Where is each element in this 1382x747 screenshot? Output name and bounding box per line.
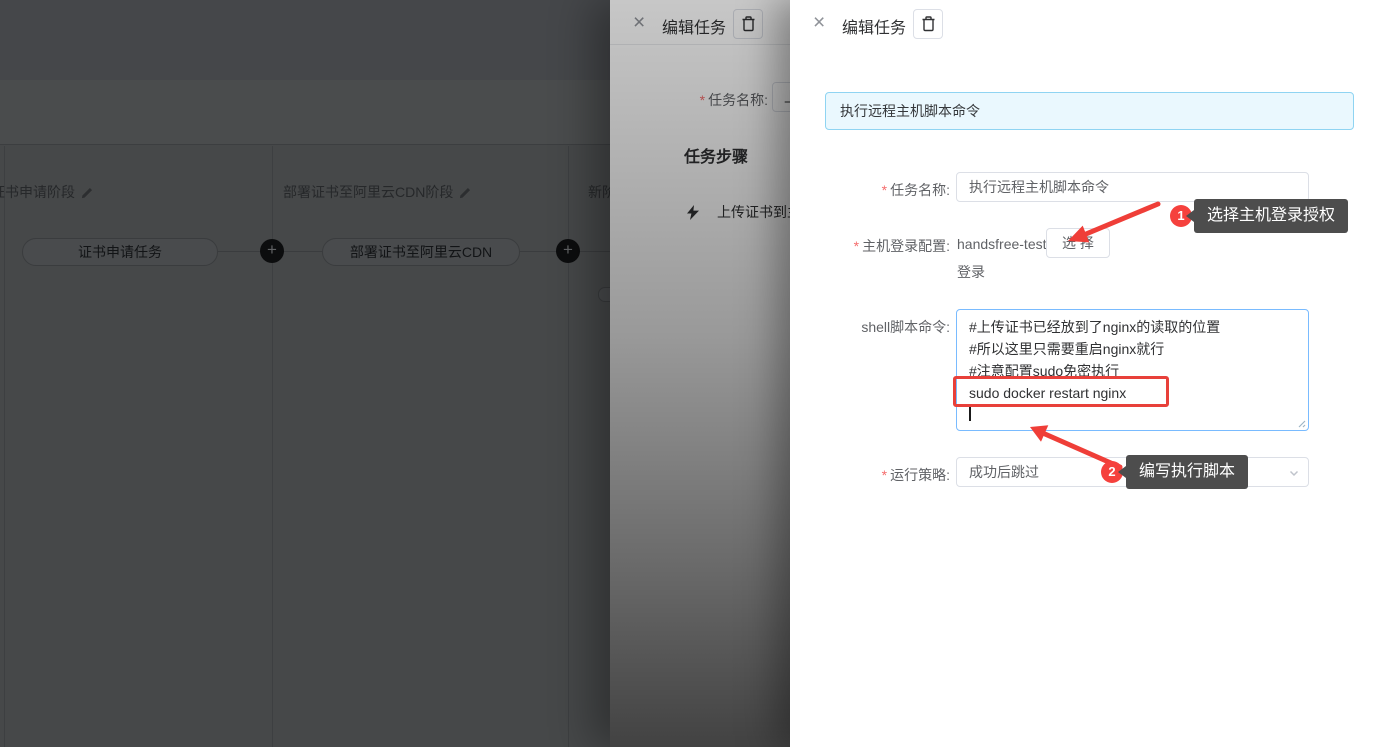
lightning-icon: [687, 205, 699, 220]
edit-pencil-icon[interactable]: [459, 186, 472, 199]
drawer-header: × 编辑任务: [610, 0, 790, 47]
task-step-item[interactable]: 上传证书到主: [687, 202, 790, 222]
drawer-header: × 编辑任务: [790, 0, 1382, 47]
task-name-label: *任务名称:: [790, 180, 950, 200]
stage-divider: [272, 146, 273, 747]
add-task-button[interactable]: +: [260, 239, 284, 263]
run-policy-label: *运行策略:: [790, 465, 950, 485]
stage-title-text: 部署证书至阿里云CDN阶段: [283, 182, 453, 202]
task-type-alert: 执行远程主机脚本命令: [825, 92, 1354, 130]
drawer-title: 编辑任务: [842, 14, 906, 38]
task-pill-label: 证书申请任务: [78, 242, 162, 262]
tooltip-arrow: [1118, 466, 1126, 478]
required-mark: *: [854, 238, 859, 254]
close-icon[interactable]: ×: [633, 10, 645, 36]
shell-script-textarea[interactable]: #上传证书已经放到了nginx的读取的位置 #所以这里只需要重启nginx就行 …: [956, 309, 1309, 431]
resize-grip-icon[interactable]: [1296, 418, 1306, 428]
stage-title-text: 证书申请阶段: [0, 182, 75, 202]
shell-line: #注意配置sudo免密执行: [969, 360, 1296, 382]
page-top-header: [0, 0, 610, 80]
tooltip-arrow: [1186, 210, 1194, 222]
task-pill-deploy-cdn[interactable]: 部署证书至阿里云CDN: [322, 238, 520, 266]
trash-icon: [741, 16, 756, 32]
divider: [610, 44, 790, 45]
edit-task-drawer-behind: × 编辑任务 *任务名称: 上 任务步骤 上传证书到主: [610, 0, 790, 747]
pipeline-toolbar: [0, 80, 610, 145]
chevron-down-icon: [1288, 467, 1300, 479]
task-pill-cert-request[interactable]: 证书申请任务: [22, 238, 218, 266]
edit-task-drawer: × 编辑任务 执行远程主机脚本命令 *任务名称: 执行远程主机脚本命令 *主机登…: [790, 0, 1382, 747]
host-login-value-wrap: 登录: [957, 262, 985, 282]
pipeline-canvas: 证书申请阶段 部署证书至阿里云CDN阶段 新阶段 证书申请任务 部署证书至阿里云…: [0, 146, 610, 747]
host-login-label: *主机登录配置:: [790, 236, 950, 256]
delete-task-button[interactable]: [913, 9, 943, 39]
shell-line: sudo docker restart nginx: [969, 382, 1296, 404]
edit-pencil-icon[interactable]: [81, 186, 94, 199]
run-policy-value: 成功后跳过: [969, 464, 1039, 480]
shell-line: #所以这里只需要重启nginx就行: [969, 338, 1296, 360]
app-screen: 证书申请阶段 部署证书至阿里云CDN阶段 新阶段 证书申请任务 部署证书至阿里云…: [0, 0, 1382, 747]
shell-script-label: shell脚本命令:: [790, 317, 950, 337]
task-name-input[interactable]: 执行远程主机脚本命令: [956, 172, 1309, 202]
delete-task-button[interactable]: [733, 9, 763, 39]
add-task-button[interactable]: +: [556, 239, 580, 263]
annotation-tooltip-1: 选择主机登录授权: [1194, 199, 1348, 233]
host-login-value: handsfree-test: [957, 236, 1047, 252]
task-name-label: *任务名称:: [700, 90, 768, 110]
required-mark: *: [882, 182, 887, 198]
task-step-label: 上传证书到主: [717, 202, 790, 222]
task-steps-heading: 任务步骤: [684, 143, 748, 167]
text-cursor: [969, 404, 971, 421]
stage-title-1: 证书申请阶段: [0, 182, 94, 202]
task-name-input[interactable]: 上: [772, 82, 790, 112]
task-pill-label: 部署证书至阿里云CDN: [350, 242, 492, 262]
annotation-tooltip-2: 编写执行脚本: [1126, 455, 1248, 489]
close-icon[interactable]: ×: [813, 10, 825, 36]
stage-divider: [4, 146, 5, 747]
drawer-title: 编辑任务: [662, 14, 726, 38]
pipeline-editor-background: 证书申请阶段 部署证书至阿里云CDN阶段 新阶段 证书申请任务 部署证书至阿里云…: [0, 0, 610, 747]
stage-title-2: 部署证书至阿里云CDN阶段: [283, 182, 472, 202]
select-host-button[interactable]: 选 择: [1046, 228, 1110, 258]
trash-icon: [921, 16, 936, 32]
shell-line: #上传证书已经放到了nginx的读取的位置: [969, 316, 1296, 338]
stage-divider: [568, 146, 569, 747]
required-mark: *: [700, 92, 705, 108]
required-mark: *: [882, 467, 887, 483]
